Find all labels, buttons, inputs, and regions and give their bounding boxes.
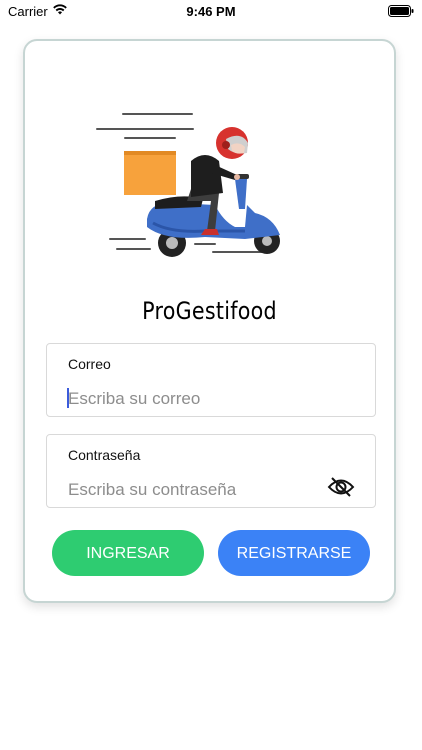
login-card: ProGestifood Correo Contraseña INGRESAR …	[23, 39, 396, 603]
delivery-scooter-illustration	[95, 109, 295, 259]
password-field[interactable]: Contraseña	[46, 434, 376, 508]
password-label: Contraseña	[68, 447, 141, 463]
status-bar: Carrier 9:46 PM	[0, 0, 422, 22]
email-label: Correo	[68, 356, 111, 372]
app-title: ProGestifood	[142, 297, 277, 325]
login-button[interactable]: INGRESAR	[52, 530, 204, 576]
status-time: 9:46 PM	[186, 4, 236, 19]
battery-icon	[388, 5, 414, 20]
password-input[interactable]	[68, 479, 328, 501]
eye-off-icon[interactable]	[327, 475, 355, 499]
email-field[interactable]: Correo	[46, 343, 376, 417]
register-button[interactable]: REGISTRARSE	[218, 530, 370, 576]
email-input[interactable]	[68, 388, 328, 410]
